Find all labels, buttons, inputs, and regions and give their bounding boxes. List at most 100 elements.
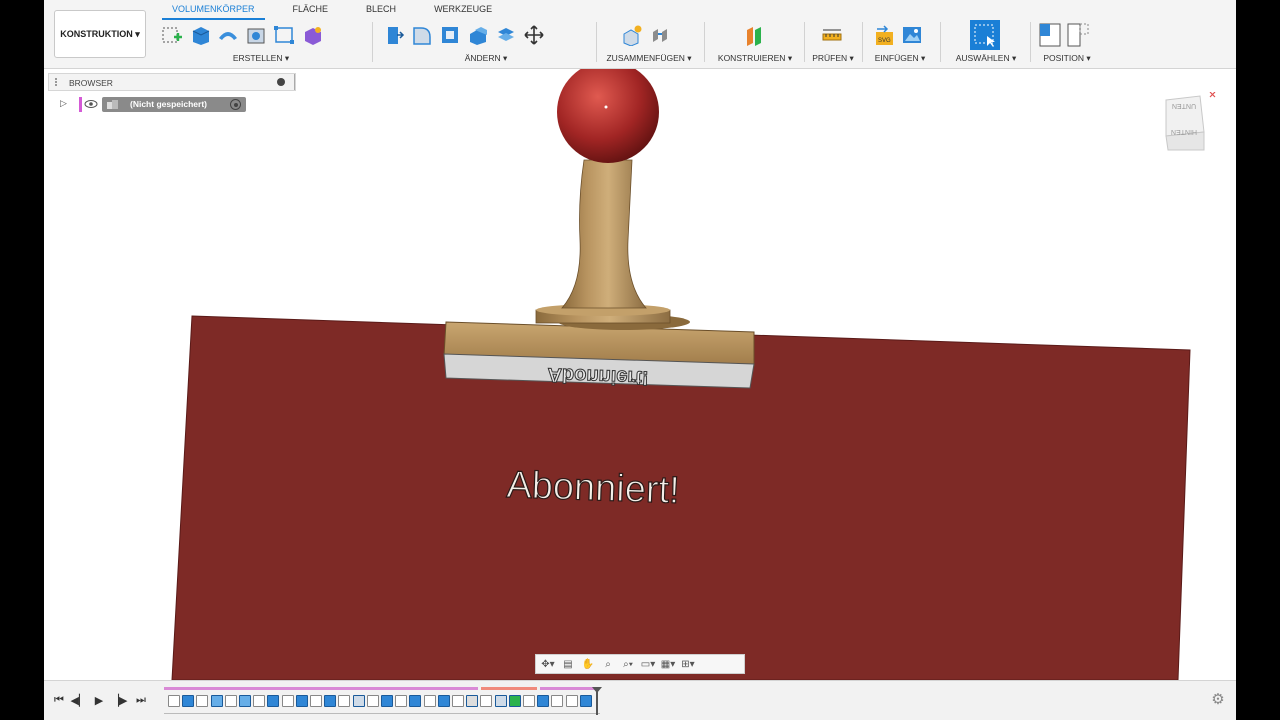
- timeline-feature-extrude-icon[interactable]: [409, 695, 422, 707]
- timeline-feature-extrude-icon[interactable]: [437, 695, 450, 707]
- timeline-feature-sketch-icon[interactable]: [395, 695, 408, 707]
- drag-handle[interactable]: [55, 78, 61, 86]
- timeline-feature-sketch-icon[interactable]: [452, 695, 464, 707]
- tab-werkzeuge[interactable]: WERKZEUGE: [424, 0, 502, 18]
- timeline-feature-extrude-icon[interactable]: [295, 695, 308, 707]
- timeline-feature-shell-icon[interactable]: [466, 695, 479, 707]
- timeline-feature-revolve-icon[interactable]: [210, 695, 223, 707]
- timeline-feature-sketch-icon[interactable]: [310, 695, 322, 707]
- group-auswaehlen: AUSWÄHLEN ▾: [948, 20, 1024, 66]
- document-icon: [107, 100, 118, 109]
- look-at-icon[interactable]: ▤: [560, 657, 576, 671]
- timeline-feature-sketch-icon[interactable]: [523, 695, 535, 707]
- timeline-feature-sketch-icon[interactable]: [253, 695, 266, 707]
- shell-icon[interactable]: [244, 23, 268, 47]
- select-icon[interactable]: [970, 20, 1000, 50]
- timeline-feature-sketch-icon[interactable]: [366, 695, 379, 707]
- split-body-icon[interactable]: [494, 23, 518, 47]
- joint-icon[interactable]: [648, 23, 672, 47]
- new-component-icon[interactable]: [620, 23, 644, 47]
- timeline-feature-combine-icon[interactable]: [324, 695, 337, 707]
- timeline-feature-extrude-icon[interactable]: [182, 695, 195, 707]
- capture-position-icon[interactable]: [1038, 23, 1062, 47]
- timeline-feature-plane-icon[interactable]: [508, 695, 521, 707]
- document-name[interactable]: (Nicht gespeichert): [102, 97, 246, 112]
- tab-flaeche[interactable]: FLÄCHE: [283, 0, 339, 18]
- timeline-group-bar: [481, 687, 537, 690]
- timeline-feature-component-icon[interactable]: [494, 695, 507, 707]
- navigation-bar: ✥▾ ▤ ✋ ⌕ ⌕▾ ▭▾ ▦▾ ⊞▾: [535, 654, 745, 674]
- browser-document-node[interactable]: ▷ (Nicht gespeichert): [60, 97, 248, 112]
- timeline-group-bar: [540, 687, 596, 690]
- timeline-feature-sketch-icon[interactable]: [281, 695, 294, 707]
- revert-position-icon[interactable]: [1066, 23, 1090, 47]
- view-cube[interactable]: UNTEN HINTEN: [1160, 91, 1216, 151]
- group-pruefen: PRÜFEN ▾: [810, 20, 856, 66]
- expand-arrow-icon[interactable]: ▷: [60, 98, 67, 109]
- group-einfuegen: SVG EINFÜGEN ▾: [870, 20, 930, 66]
- separator: [804, 22, 805, 62]
- chamfer-icon[interactable]: [438, 23, 462, 47]
- right-letterbox: [1236, 0, 1280, 720]
- move-icon[interactable]: [522, 23, 546, 47]
- timeline-feature-extrude-icon[interactable]: [267, 695, 280, 707]
- timeline-feature-sketch-icon[interactable]: [480, 695, 493, 707]
- display-settings-icon[interactable]: ▭▾: [640, 657, 656, 671]
- form-icon[interactable]: [300, 23, 324, 47]
- create-sketch-icon[interactable]: [160, 23, 184, 47]
- extrude-icon[interactable]: [188, 23, 212, 47]
- workspace-switcher[interactable]: KONSTRUKTION ▾: [54, 10, 146, 58]
- press-pull-icon[interactable]: [382, 23, 406, 47]
- separator: [862, 22, 863, 62]
- fillet-icon[interactable]: [410, 23, 434, 47]
- timeline-feature-revolve-icon[interactable]: [239, 695, 251, 707]
- combine-icon[interactable]: [466, 23, 490, 47]
- timeline-feature-sketch-icon[interactable]: [551, 695, 564, 707]
- timeline-feature-sketch-icon[interactable]: [196, 695, 209, 707]
- svg-text:SVG: SVG: [878, 38, 891, 44]
- fit-icon[interactable]: ⌕▾: [620, 657, 636, 671]
- timeline-feature-sketch-icon[interactable]: [423, 695, 436, 707]
- grid-settings-icon[interactable]: ▦▾: [660, 657, 676, 671]
- visibility-eye-icon[interactable]: [84, 98, 98, 110]
- component-marker: [79, 97, 82, 112]
- measure-icon[interactable]: [820, 23, 844, 47]
- timeline-feature-sketch-icon[interactable]: [224, 695, 237, 707]
- stamp-handle: [561, 159, 647, 309]
- activate-radio[interactable]: [230, 99, 241, 110]
- offset-plane-icon[interactable]: [742, 23, 766, 47]
- step-back-icon[interactable]: ◀▏: [71, 693, 88, 707]
- insert-image-icon[interactable]: [900, 23, 924, 47]
- play-icon[interactable]: ▶: [92, 693, 106, 707]
- tab-volumenkoerper[interactable]: VOLUMENKÖRPER: [162, 0, 265, 20]
- timeline-feature-position-icon[interactable]: [565, 695, 578, 707]
- revolve-icon[interactable]: [216, 23, 240, 47]
- insert-svg-icon[interactable]: SVG: [872, 23, 896, 47]
- timeline: ⏮ ◀▏ ▶ ▕▶ ⏭ ⚙: [44, 680, 1236, 720]
- viewcube-top-label: UNTEN: [1172, 102, 1196, 109]
- timeline-feature-extrude-icon[interactable]: [537, 695, 550, 707]
- viewports-icon[interactable]: ⊞▾: [680, 657, 696, 671]
- pan-icon[interactable]: ✋: [580, 657, 596, 671]
- browser-title: BROWSER: [69, 78, 113, 88]
- group-aendern: ÄNDERN ▾: [382, 20, 590, 66]
- timeline-feature-fillet-icon[interactable]: [352, 695, 365, 707]
- step-forward-icon[interactable]: ▕▶: [111, 693, 128, 707]
- stamp-relief-text: Abonniert!: [547, 363, 649, 389]
- separator: [1030, 22, 1031, 62]
- imprint-text: Abonniert!: [506, 464, 681, 512]
- timeline-settings-gear-icon[interactable]: ⚙: [1210, 692, 1226, 708]
- tab-blech[interactable]: BLECH: [356, 0, 406, 18]
- separator: [372, 22, 373, 62]
- browser-panel[interactable]: BROWSER: [48, 73, 296, 91]
- go-to-end-icon[interactable]: ⏭: [134, 693, 148, 707]
- go-to-start-icon[interactable]: ⏮: [52, 693, 66, 707]
- timeline-feature-sketch-icon[interactable]: [168, 695, 180, 707]
- orbit-icon[interactable]: ✥▾: [540, 657, 556, 671]
- timeline-feature-extrude-icon[interactable]: [579, 695, 592, 707]
- rectangle-pattern-icon[interactable]: [272, 23, 296, 47]
- collapse-button[interactable]: [277, 78, 285, 86]
- timeline-feature-sketch-icon[interactable]: [338, 695, 351, 707]
- timeline-feature-extrude-icon[interactable]: [381, 695, 393, 707]
- zoom-icon[interactable]: ⌕: [600, 657, 616, 671]
